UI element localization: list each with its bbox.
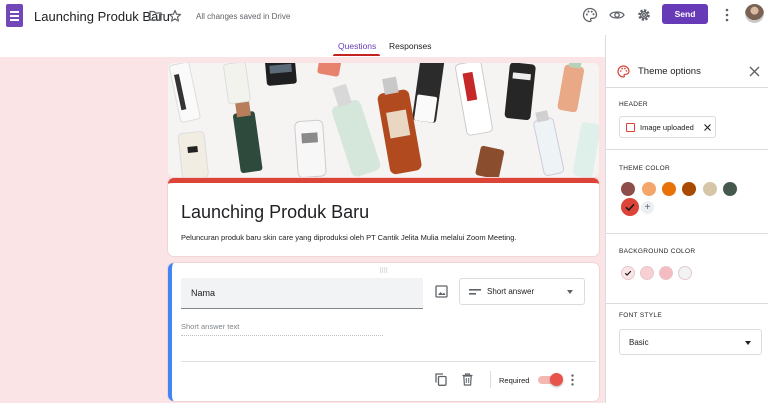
- theme-color-swatch[interactable]: [621, 198, 639, 216]
- toggle-knob[interactable]: [550, 373, 563, 386]
- short-text-icon: [469, 289, 481, 295]
- panel-header: Theme options: [606, 35, 768, 88]
- remove-image-icon[interactable]: [704, 124, 711, 131]
- theme-color-label: THEME COLOR: [619, 165, 670, 172]
- send-button[interactable]: Send: [662, 4, 708, 24]
- palette-icon[interactable]: [582, 7, 598, 23]
- background-color-swatch[interactable]: [659, 266, 673, 280]
- divider: [181, 361, 596, 362]
- delete-icon[interactable]: [462, 373, 473, 386]
- user-avatar[interactable]: [745, 4, 764, 23]
- question-card[interactable]: ⠿⠿ Nama Short answer Short answer text R…: [168, 263, 599, 401]
- theme-options-panel: Theme options HEADER Image uploaded THEM…: [605, 35, 768, 403]
- skincare-bottles-illustration: [168, 63, 599, 177]
- active-tab-indicator: [333, 54, 380, 56]
- form-description[interactable]: Peluncuran produk baru skin care yang di…: [181, 233, 516, 242]
- theme-color-swatch[interactable]: [723, 182, 737, 196]
- form-title[interactable]: Launching Produk Baru: [181, 202, 369, 223]
- form-title-card: Launching Produk Baru Peluncuran produk …: [168, 178, 599, 256]
- theme-color-swatch[interactable]: [662, 182, 676, 196]
- theme-color-swatch[interactable]: [642, 182, 656, 196]
- drag-handle-icon[interactable]: ⠿⠿: [379, 267, 388, 275]
- add-custom-color-button[interactable]: +: [641, 201, 654, 214]
- add-image-icon[interactable]: [435, 285, 448, 298]
- form-canvas: Launching Produk Baru Peluncuran produk …: [0, 57, 605, 403]
- background-color-swatch[interactable]: [640, 266, 654, 280]
- panel-title: Theme options: [638, 66, 701, 77]
- duplicate-icon[interactable]: [435, 373, 447, 386]
- header-image: [168, 63, 599, 177]
- short-answer-placeholder: Short answer text: [181, 322, 383, 336]
- save-status: All changes saved in Drive: [196, 12, 291, 21]
- tab-responses[interactable]: Responses: [389, 41, 432, 51]
- theme-color-swatch[interactable]: [703, 182, 717, 196]
- tab-bar: Questions Responses: [0, 35, 605, 57]
- gear-icon[interactable]: [636, 7, 652, 23]
- folder-icon[interactable]: [149, 10, 162, 21]
- google-forms-icon[interactable]: [6, 4, 23, 27]
- question-title: Nama: [191, 288, 216, 298]
- background-color-swatch[interactable]: [621, 266, 635, 280]
- more-vert-icon[interactable]: [724, 8, 730, 22]
- question-title-field[interactable]: Nama: [181, 278, 423, 309]
- top-bar: Launching Produk Baru All changes saved …: [0, 0, 768, 35]
- background-color-label: BACKGROUND COLOR: [619, 248, 696, 255]
- header-image-chip[interactable]: Image uploaded: [619, 116, 716, 138]
- header-image-chip-label: Image uploaded: [640, 123, 694, 132]
- font-style-value: Basic: [629, 338, 649, 347]
- chevron-down-icon: [567, 290, 573, 294]
- font-style-label: FONT STYLE: [619, 312, 662, 319]
- chevron-down-icon: [745, 341, 751, 345]
- question-type-select[interactable]: Short answer: [459, 278, 585, 305]
- check-icon: [624, 270, 632, 276]
- check-icon: [625, 203, 635, 212]
- header-section-label: HEADER: [619, 101, 648, 108]
- more-vert-icon[interactable]: [570, 374, 575, 386]
- tab-questions[interactable]: Questions: [338, 41, 376, 51]
- eye-icon[interactable]: [609, 7, 625, 23]
- star-icon[interactable]: [168, 9, 182, 23]
- background-color-swatch[interactable]: [678, 266, 692, 280]
- palette-icon: [617, 65, 630, 78]
- divider: [490, 371, 491, 388]
- close-icon[interactable]: [749, 66, 760, 77]
- theme-color-swatch[interactable]: [682, 182, 696, 196]
- required-toggle[interactable]: [538, 373, 563, 386]
- image-icon: [626, 123, 635, 132]
- required-label: Required: [499, 376, 530, 385]
- question-type-label: Short answer: [487, 287, 535, 296]
- font-style-select[interactable]: Basic: [619, 329, 762, 355]
- theme-color-swatch[interactable]: [621, 182, 635, 196]
